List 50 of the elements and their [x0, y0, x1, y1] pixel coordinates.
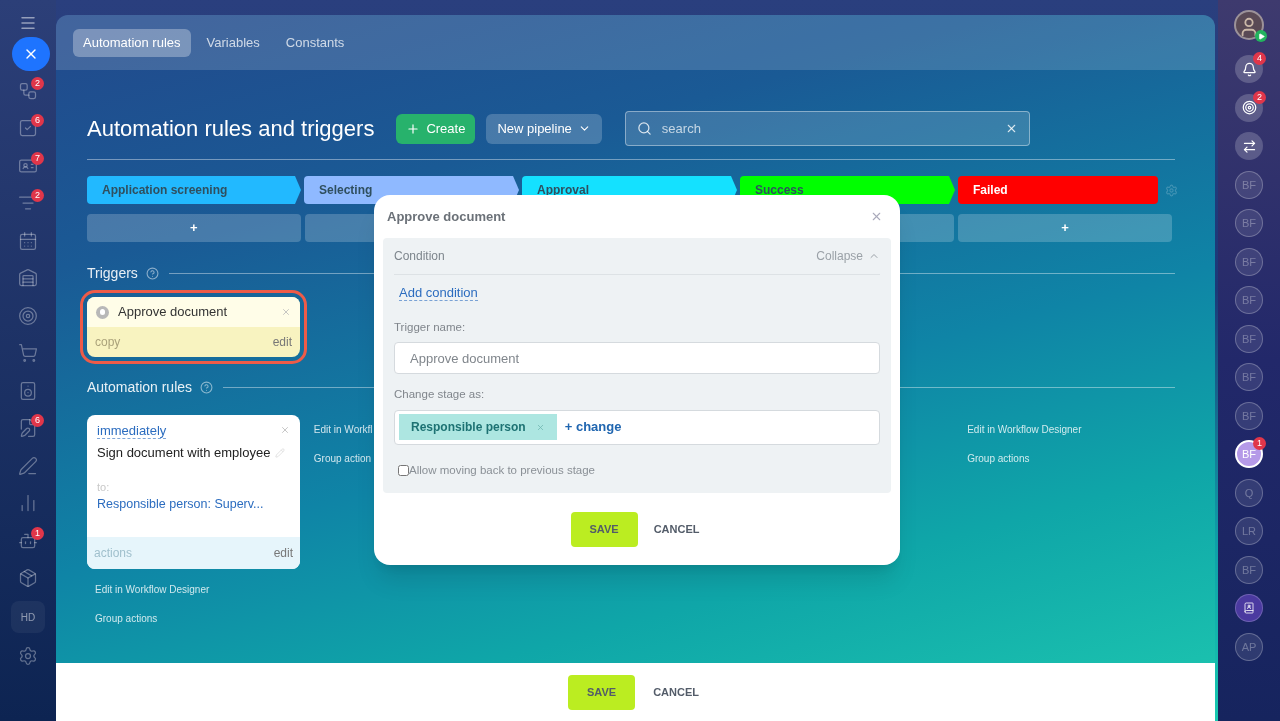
stage-header[interactable]: Failed — [958, 176, 1158, 204]
action-link[interactable]: Edit in Workflow Designer — [95, 582, 301, 597]
action-name: Sign document with employee — [97, 444, 271, 462]
condition-label: Condition — [394, 248, 445, 265]
save-button[interactable]: SAVE — [568, 674, 636, 710]
search-bar[interactable]: search — [624, 111, 1030, 146]
section-title: Triggers — [87, 264, 138, 283]
copy-link[interactable]: copy — [95, 333, 121, 351]
count-badge: 2 — [1253, 90, 1266, 104]
count-badge: 2 — [31, 189, 44, 203]
count-badge: 6 — [31, 414, 44, 428]
change-link[interactable]: + change — [564, 417, 622, 437]
create-button[interactable]: Create — [396, 113, 476, 144]
add-stage-button[interactable]: + — [87, 214, 301, 242]
trigger-name-field[interactable]: Approve document — [394, 342, 880, 375]
count-badge: 1 — [31, 526, 44, 540]
field-label: Change stage as: — [394, 387, 486, 403]
action-link[interactable]: Group actions — [95, 611, 301, 626]
sidebar-tile[interactable]: HD — [11, 601, 45, 633]
page-title: Automation rules and triggers — [87, 115, 375, 143]
collapse-button[interactable]: Collapse — [816, 247, 880, 265]
action-link[interactable]: Group actions — [967, 451, 1172, 466]
cancel-button[interactable]: CANCEL — [649, 511, 704, 547]
cancel-button[interactable]: CANCEL — [649, 674, 703, 710]
count-badge: 6 — [31, 114, 44, 128]
pipeline-dropdown[interactable]: New pipeline — [486, 113, 602, 144]
add-condition-link[interactable]: Add condition — [399, 285, 478, 301]
count-badge: 2 — [31, 76, 44, 90]
trigger-name: Approve document — [118, 303, 228, 322]
save-button[interactable]: SAVE — [570, 511, 638, 547]
tab[interactable]: Automation rules — [73, 28, 191, 57]
add-stage-button[interactable]: + — [958, 214, 1172, 242]
dialog-title: Approve document — [387, 207, 506, 226]
checkbox-label: Allow moving back to previous stage — [409, 462, 595, 478]
edit-link[interactable]: edit — [273, 544, 293, 562]
field-label: Trigger name: — [394, 320, 467, 335]
tab[interactable]: Variables — [196, 28, 270, 57]
recipient-link[interactable]: Responsible person: Superv... — [97, 495, 290, 514]
action-link[interactable]: Edit in Workflow Designer — [967, 422, 1172, 437]
stage-field[interactable]: Responsible person + change — [394, 409, 880, 445]
edit-link[interactable]: edit — [272, 333, 292, 351]
person-tag[interactable]: Responsible person — [399, 414, 557, 440]
tab[interactable]: Constants — [275, 28, 355, 57]
timing-link[interactable]: immediately — [97, 423, 167, 439]
stage-header[interactable]: Application screening — [87, 176, 301, 204]
count-badge: 1 — [1253, 437, 1266, 451]
search-field[interactable]: search — [661, 118, 1005, 139]
count-badge: 7 — [31, 151, 44, 165]
count-badge: 4 — [1253, 52, 1266, 66]
section-title: Automation rules — [87, 378, 193, 397]
